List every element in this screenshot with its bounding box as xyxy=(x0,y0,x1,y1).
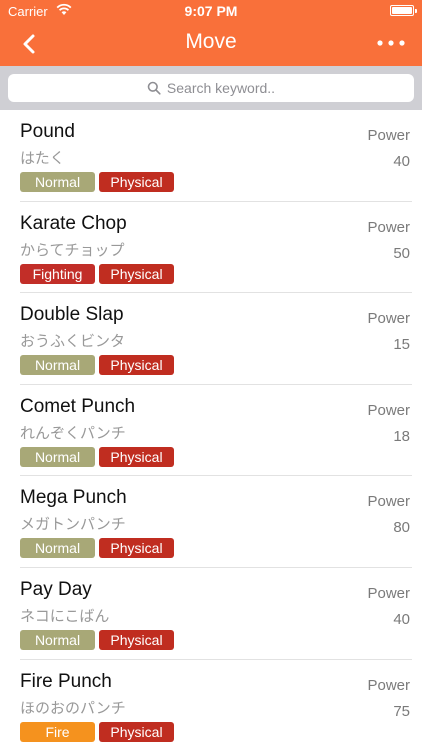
category-badge: Physical xyxy=(99,355,174,376)
list-item[interactable]: Comet Punch れんぞくパンチ Normal Physical Power… xyxy=(0,385,422,477)
clock: 9:07 PM xyxy=(184,3,238,19)
more-button[interactable] xyxy=(374,32,408,54)
move-name: Fire Punch xyxy=(20,670,112,692)
move-name: Pay Day xyxy=(20,578,92,600)
power-label: Power xyxy=(367,676,410,694)
power-value: 40 xyxy=(393,610,410,628)
move-name-jp: ほのおのパンチ xyxy=(20,698,126,717)
power-label: Power xyxy=(367,310,410,328)
power-value: 75 xyxy=(393,702,410,720)
move-name-jp: からてチョップ xyxy=(20,240,125,259)
power-label: Power xyxy=(367,493,410,511)
power-value: 80 xyxy=(393,519,410,537)
category-badge: Physical xyxy=(99,629,174,650)
power-label: Power xyxy=(367,401,410,419)
search-icon xyxy=(147,81,161,95)
move-list: Pound はたく Normal Physical Power 40 Karate… xyxy=(0,110,422,750)
move-name: Mega Punch xyxy=(20,487,127,509)
type-badge: Normal xyxy=(20,446,95,467)
category-badge: Physical xyxy=(99,446,174,467)
type-badge: Normal xyxy=(20,629,95,650)
type-badge: Normal xyxy=(20,172,95,192)
search-bar: Search keyword.. xyxy=(0,66,422,110)
move-name-jp: れんぞくパンチ xyxy=(20,423,126,442)
power-value: 40 xyxy=(393,153,410,170)
move-name-jp: はたく xyxy=(20,149,65,167)
move-name: Pound xyxy=(20,121,75,142)
type-badge: Fire xyxy=(20,721,95,742)
power-label: Power xyxy=(367,584,410,602)
search-placeholder: Search keyword.. xyxy=(166,80,276,96)
list-item[interactable]: Mega Punch メガトンパンチ Normal Physical Power … xyxy=(0,476,422,568)
power-value: 18 xyxy=(393,427,410,445)
page-title: Move xyxy=(185,30,237,53)
category-badge: Physical xyxy=(99,721,174,742)
move-name-jp: メガトンパンチ xyxy=(20,515,126,534)
power-value: 50 xyxy=(393,244,410,262)
power-label: Power xyxy=(367,127,410,144)
type-badge: Normal xyxy=(20,355,95,376)
type-badge: Normal xyxy=(20,538,95,559)
power-value: 15 xyxy=(393,336,410,354)
move-name: Double Slap xyxy=(20,304,124,326)
move-name: Comet Punch xyxy=(20,395,136,417)
battery-icon xyxy=(390,5,417,16)
move-name-jp: おうふくビンタ xyxy=(20,332,126,351)
status-bar: Carrier 9:07 PM xyxy=(0,0,422,22)
category-badge: Physical xyxy=(99,172,174,192)
list-item[interactable]: Pound はたく Normal Physical Power 40 xyxy=(0,110,422,202)
type-badge: Fighting xyxy=(20,263,95,284)
list-item[interactable]: Pay Day ネコにこばん Normal Physical Power 40 xyxy=(0,568,422,660)
move-name: Karate Chop xyxy=(20,212,127,234)
list-item[interactable]: Karate Chop からてチョップ Fighting Physical Pow… xyxy=(0,202,422,294)
power-label: Power xyxy=(367,218,410,236)
search-input[interactable]: Search keyword.. xyxy=(8,74,414,102)
category-badge: Physical xyxy=(99,538,174,559)
move-name-jp: ネコにこばん xyxy=(20,606,110,625)
category-badge: Physical xyxy=(99,263,174,284)
header: Carrier 9:07 PM Move xyxy=(0,0,422,66)
list-item[interactable]: Double Slap おうふくビンタ Normal Physical Power… xyxy=(0,293,422,385)
more-dots-icon xyxy=(377,40,405,46)
nav-bar: Move xyxy=(0,22,422,66)
list-item[interactable]: Fire Punch ほのおのパンチ Fire Physical Power 75 xyxy=(0,660,422,750)
